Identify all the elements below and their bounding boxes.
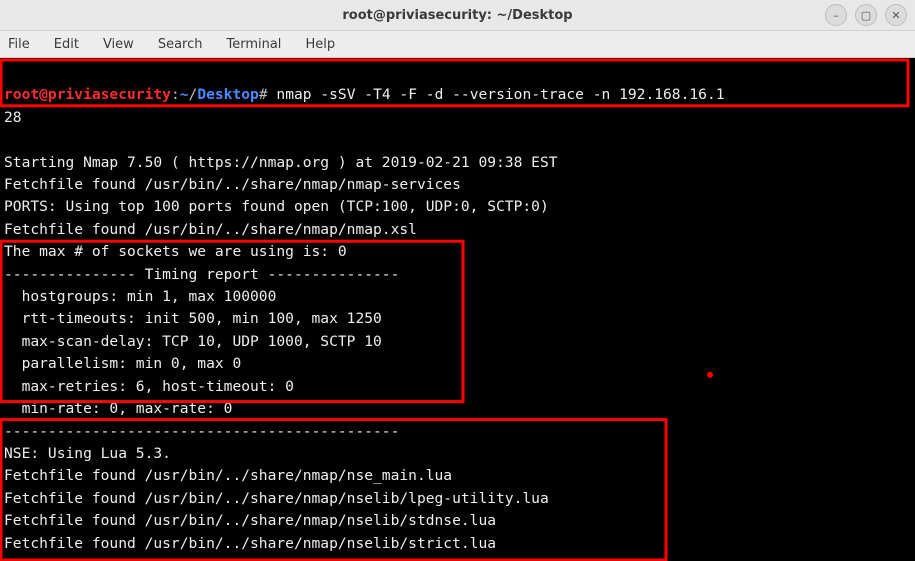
output-line-9: max-scan-delay: TCP 10, UDP 1000, SCTP 1… <box>4 333 382 350</box>
output-line-14: NSE: Using Lua 5.3. <box>4 445 171 462</box>
menu-edit[interactable]: Edit <box>54 37 79 52</box>
prompt-dir: Desktop <box>197 86 259 103</box>
close-icon: ✕ <box>891 10 900 21</box>
menu-file[interactable]: File <box>8 37 30 52</box>
titlebar[interactable]: root@priviasecurity: ~/Desktop – ▢ ✕ <box>0 0 915 31</box>
command-text-1: nmap -sSV -T4 -F -d --version-trace -n 1… <box>268 86 725 103</box>
maximize-icon: ▢ <box>861 10 871 21</box>
menu-view[interactable]: View <box>103 37 134 52</box>
output-line-11: max-retries: 6, host-timeout: 0 <box>4 378 294 395</box>
prompt-sep1: : <box>171 86 180 103</box>
output-line-3: PORTS: Using top 100 ports found open (T… <box>4 198 549 215</box>
command-text-2: 28 <box>4 109 22 126</box>
prompt-line: root@priviasecurity:~/Desktop# nmap -sSV… <box>4 86 725 103</box>
output-line-7: hostgroups: min 1, max 100000 <box>4 288 276 305</box>
output-line-1: Starting Nmap 7.50 ( https://nmap.org ) … <box>4 154 558 171</box>
terminal-content: root@priviasecurity:~/Desktop# nmap -sSV… <box>0 58 725 561</box>
menu-help[interactable]: Help <box>305 37 335 52</box>
output-line-18: Fetchfile found /usr/bin/../share/nmap/n… <box>4 535 496 552</box>
prompt-hash: # <box>259 86 268 103</box>
output-line-16: Fetchfile found /usr/bin/../share/nmap/n… <box>4 490 549 507</box>
output-line-17: Fetchfile found /usr/bin/../share/nmap/n… <box>4 512 496 529</box>
output-line-10: parallelism: min 0, max 0 <box>4 355 241 372</box>
output-line-19: Fetchfile found /usr/bin/../share/nmap/s… <box>4 557 496 561</box>
close-button[interactable]: ✕ <box>885 4 907 26</box>
prompt-user-host: root@priviasecurity <box>4 86 171 103</box>
output-line-13: ----------------------------------------… <box>4 423 399 440</box>
output-line-15: Fetchfile found /usr/bin/../share/nmap/n… <box>4 467 452 484</box>
menu-terminal[interactable]: Terminal <box>226 37 281 52</box>
output-line-2: Fetchfile found /usr/bin/../share/nmap/n… <box>4 176 461 193</box>
output-line-6: --------------- Timing report ----------… <box>4 266 399 283</box>
minimize-button[interactable]: – <box>825 4 847 26</box>
minimize-icon: – <box>833 10 839 21</box>
menu-search[interactable]: Search <box>158 37 203 52</box>
terminal[interactable]: root@priviasecurity:~/Desktop# nmap -sSV… <box>0 58 915 561</box>
output-line-4: Fetchfile found /usr/bin/../share/nmap/n… <box>4 221 417 238</box>
maximize-button[interactable]: ▢ <box>855 4 877 26</box>
output-line-12: min-rate: 0, max-rate: 0 <box>4 400 232 417</box>
menubar: File Edit View Search Terminal Help <box>0 31 915 58</box>
prompt-tilde: ~ <box>180 86 189 103</box>
window-controls: – ▢ ✕ <box>825 4 907 26</box>
window-title: root@priviasecurity: ~/Desktop <box>342 8 572 23</box>
output-line-5: The max # of sockets we are using is: 0 <box>4 243 347 260</box>
output-line-8: rtt-timeouts: init 500, min 100, max 125… <box>4 310 382 327</box>
prompt-slash: / <box>189 86 198 103</box>
app-window: root@priviasecurity: ~/Desktop – ▢ ✕ Fil… <box>0 0 915 561</box>
